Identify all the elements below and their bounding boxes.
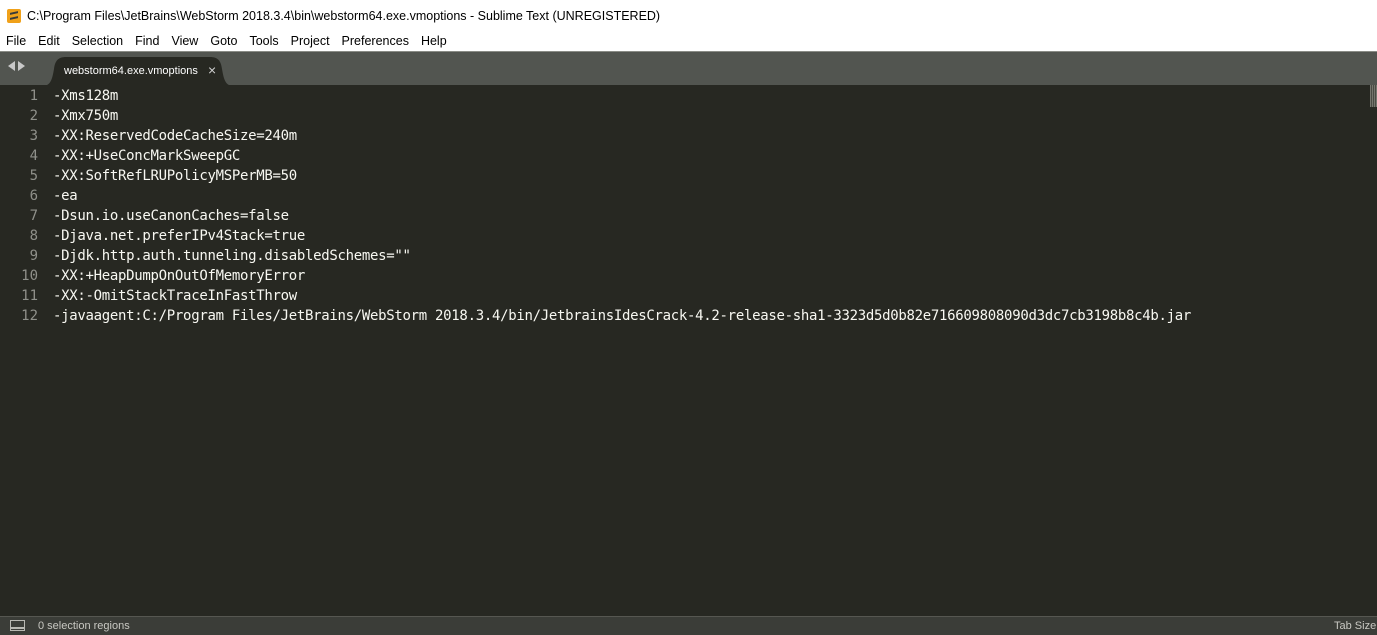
line-number-gutter: 1 2 3 4 5 6 7 8 9 10 11 12 — [0, 85, 38, 326]
panel-toggle-icon[interactable] — [10, 620, 25, 631]
code-line[interactable]: -XX:+UseConcMarkSweepGC — [53, 146, 1191, 166]
window-title: C:\Program Files\JetBrains\WebStorm 2018… — [27, 8, 661, 23]
line-number: 1 — [29, 88, 38, 104]
title-bar: C:\Program Files\JetBrains\WebStorm 2018… — [0, 0, 1377, 31]
code-line[interactable]: -XX:ReservedCodeCacheSize=240m — [53, 126, 1191, 146]
arrow-left-icon[interactable] — [8, 61, 15, 71]
sublime-window: C:\Program Files\JetBrains\WebStorm 2018… — [0, 0, 1377, 635]
line-number: 4 — [29, 148, 38, 164]
menu-goto[interactable]: Goto — [204, 31, 243, 51]
minimap-scrollbar[interactable] — [1370, 85, 1377, 107]
editor-area[interactable]: 1 2 3 4 5 6 7 8 9 10 11 12 -Xms128m -Xmx750m -XX:Rese… — [0, 85, 1377, 616]
line-number: 7 — [29, 208, 38, 224]
tab-size-status[interactable]: Tab Size: — [1334, 620, 1377, 632]
code-line[interactable]: -XX:+HeapDumpOnOutOfMemoryError — [53, 266, 1191, 286]
line-number: 8 — [29, 228, 38, 244]
tab-label: webstorm64.exe.vmoptions — [64, 65, 198, 77]
code-line[interactable]: -Xms128m — [53, 86, 1191, 106]
status-bar: 0 selection regions Tab Size: — [0, 616, 1377, 635]
line-number: 12 — [21, 308, 38, 324]
menu-help[interactable]: Help — [415, 31, 453, 51]
sublime-text-icon — [7, 8, 21, 23]
code-content[interactable]: -Xms128m -Xmx750m -XX:ReservedCodeCacheSiz… — [53, 85, 1191, 326]
code-line[interactable]: -Xmx750m — [53, 106, 1191, 126]
code-line[interactable]: -XX:SoftRefLRUPolicyMSPerMB=50 — [53, 166, 1191, 186]
tab-navigation — [8, 61, 25, 71]
line-number: 11 — [21, 288, 38, 304]
line-number: 9 — [29, 248, 38, 264]
close-icon[interactable]: × — [208, 63, 216, 77]
line-number: 10 — [21, 268, 38, 284]
menu-find[interactable]: Find — [129, 31, 165, 51]
menu-bar: File Edit Selection Find View Goto Tools… — [0, 31, 1377, 51]
line-number: 6 — [29, 188, 38, 204]
code-line[interactable]: -javaagent:C:/Program Files/JetBrains/We… — [53, 306, 1191, 326]
menu-view[interactable]: View — [165, 31, 204, 51]
code-line[interactable]: -Djava.net.preferIPv4Stack=true — [53, 226, 1191, 246]
arrow-right-icon[interactable] — [18, 61, 25, 71]
line-number: 5 — [29, 168, 38, 184]
line-number: 3 — [29, 128, 38, 144]
menu-file[interactable]: File — [0, 31, 32, 51]
code-line[interactable]: -XX:-OmitStackTraceInFastThrow — [53, 286, 1191, 306]
code-line[interactable]: -ea — [53, 186, 1191, 206]
tab-webstorm64-vmoptions[interactable]: webstorm64.exe.vmoptions × — [42, 57, 234, 86]
selection-status: 0 selection regions — [38, 620, 130, 632]
menu-selection[interactable]: Selection — [66, 31, 129, 51]
menu-preferences[interactable]: Preferences — [336, 31, 415, 51]
code-line[interactable]: -Djdk.http.auth.tunneling.disabledScheme… — [53, 246, 1191, 266]
tab-bar: webstorm64.exe.vmoptions × — [0, 51, 1377, 86]
line-number: 2 — [29, 108, 38, 124]
menu-project[interactable]: Project — [285, 31, 336, 51]
code-line[interactable]: -Dsun.io.useCanonCaches=false — [53, 206, 1191, 226]
menu-tools[interactable]: Tools — [243, 31, 284, 51]
menu-edit[interactable]: Edit — [32, 31, 66, 51]
